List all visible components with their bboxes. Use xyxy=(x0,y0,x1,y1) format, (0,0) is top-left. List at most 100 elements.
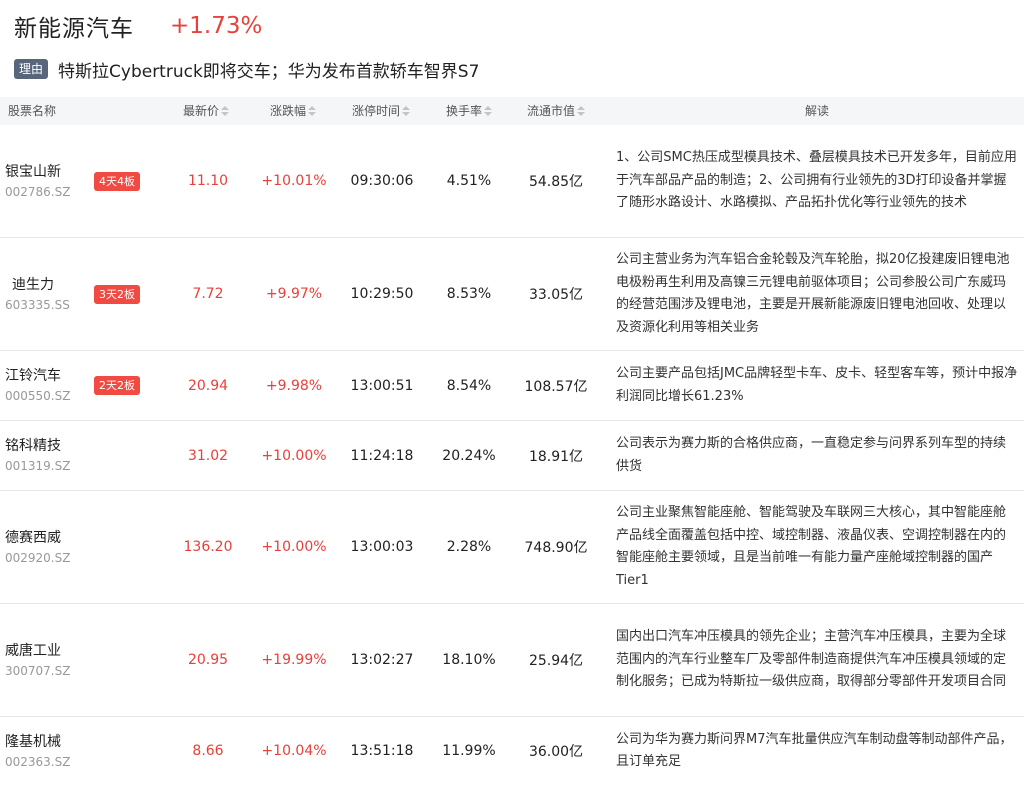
price: 20.95 xyxy=(187,652,229,668)
header-limit-time-label: 涨停时间 xyxy=(352,104,401,118)
stock-code: 300707.SZ xyxy=(5,663,71,678)
reason-bar: 理由 特斯拉Cybertruck即将交车；华为发布首款轿车智界S7 xyxy=(14,56,479,82)
badge-cell: 3天2板 xyxy=(94,238,154,350)
price: 7.72 xyxy=(192,286,224,302)
sector-change: +1.73% xyxy=(170,13,263,39)
turnover: 2.28% xyxy=(446,539,492,555)
change: +10.00% xyxy=(261,447,327,464)
limit-up-badge: 4天4板 xyxy=(94,171,140,191)
header-turnover[interactable]: 换手率 xyxy=(446,97,493,125)
header-turnover-label: 换手率 xyxy=(446,104,483,118)
stock-name-cell: 银宝山新 002786.SZ xyxy=(5,125,90,237)
stock-name[interactable]: 银宝山新 xyxy=(5,162,61,182)
description-text: 公司为华为赛力斯问界M7汽车批量供应汽车制动盘等制动部件产品，且订单充足 xyxy=(616,731,1013,770)
table-header: 股票名称 最新价 涨跌幅 涨停时间 换手率 流通市值 解读 xyxy=(0,97,1024,125)
table-row[interactable]: 迪生力 603335.SS 3天2板 7.72 +9.97% 10:29:50 … xyxy=(0,238,1024,351)
market-cap: 54.85亿 xyxy=(528,174,584,190)
limit-time: 13:02:27 xyxy=(350,652,414,668)
turnover: 4.51% xyxy=(446,173,492,189)
description: 公司主业聚焦智能座舱、智能驾驶及车联网三大核心，其中智能座舱产品线全面覆盖包括中… xyxy=(616,491,1018,603)
table-row[interactable]: 江铃汽车 000550.SZ 2天2板 20.94 +9.98% 13:00:5… xyxy=(0,351,1024,421)
table-row[interactable]: 银宝山新 002786.SZ 4天4板 11.10 +10.01% 09:30:… xyxy=(0,125,1024,238)
stock-name[interactable]: 铭科精技 xyxy=(5,436,61,456)
limit-time: 13:00:03 xyxy=(350,539,414,555)
stock-code: 002786.SZ xyxy=(5,184,71,199)
table-row[interactable]: 隆基机械 002363.SZ 8.66 +10.04% 13:51:18 11.… xyxy=(0,717,1024,785)
description: 公司主营业务为汽车铝合金轮毂及汽车轮胎，拟20亿投建废旧锂电池电极粉再生利用及高… xyxy=(616,238,1018,350)
header-price-label: 最新价 xyxy=(183,104,220,118)
header-desc: 解读 xyxy=(805,104,830,118)
description: 1、公司SMC热压成型模具技术、叠层模具技术已开发多年，目前应用于汽车部品产品的… xyxy=(616,125,1018,237)
table-row[interactable]: 德赛西威 002920.SZ 136.20 +10.00% 13:00:03 2… xyxy=(0,491,1024,604)
stock-name[interactable]: 迪生力 xyxy=(12,275,54,295)
stock-code: 000550.SZ xyxy=(5,389,71,403)
stock-name[interactable]: 德赛西威 xyxy=(5,528,61,548)
stock-name[interactable]: 江铃汽车 xyxy=(5,366,61,386)
limit-up-badge: 2天2板 xyxy=(94,376,140,395)
stock-code: 002920.SZ xyxy=(5,550,71,565)
sector-name: 新能源汽车 xyxy=(14,16,134,42)
description-text: 公司主要产品包括JMC品牌轻型卡车、皮卡、轻型客车等，预计中报净利润同比增长61… xyxy=(616,366,1018,404)
change: +9.98% xyxy=(265,377,323,394)
header-limit-time[interactable]: 涨停时间 xyxy=(352,97,411,125)
stock-code: 002363.SZ xyxy=(5,754,71,769)
turnover: 18.10% xyxy=(442,652,496,668)
reason-tag: 理由 xyxy=(14,59,49,79)
sort-icon xyxy=(402,106,411,116)
market-cap: 748.90亿 xyxy=(524,540,588,556)
turnover: 11.99% xyxy=(442,743,496,759)
stock-name-cell: 德赛西威 002920.SZ xyxy=(5,491,90,603)
price: 8.66 xyxy=(192,743,224,759)
badge-cell: 2天2板 xyxy=(94,351,154,420)
header-market-cap-label: 流通市值 xyxy=(527,104,576,118)
turnover: 8.54% xyxy=(446,377,492,394)
turnover: 8.53% xyxy=(446,286,492,302)
description-text: 1、公司SMC热压成型模具技术、叠层模具技术已开发多年，目前应用于汽车部品产品的… xyxy=(616,150,1017,211)
stock-code: 001319.SZ xyxy=(5,459,71,473)
stock-name[interactable]: 威唐工业 xyxy=(5,641,61,661)
stock-name-cell: 迪生力 603335.SS xyxy=(5,238,90,350)
market-cap: 108.57亿 xyxy=(524,378,588,395)
sector-header: 新能源汽车 +1.73% xyxy=(14,10,262,42)
header-change[interactable]: 涨跌幅 xyxy=(270,97,317,125)
market-cap: 18.91亿 xyxy=(528,448,584,465)
limit-up-badge: 3天2板 xyxy=(94,284,140,304)
description: 公司表示为赛力斯的合格供应商，一直稳定参与问界系列车型的持续供货 xyxy=(616,421,1018,490)
limit-time: 10:29:50 xyxy=(350,286,414,302)
sort-icon xyxy=(221,106,230,116)
stock-name-cell: 铭科精技 001319.SZ xyxy=(5,421,90,490)
market-cap: 25.94亿 xyxy=(528,653,584,669)
stock-name-cell: 威唐工业 300707.SZ xyxy=(5,604,90,716)
limit-time: 13:51:18 xyxy=(350,743,414,759)
stock-code: 603335.SS xyxy=(5,297,70,312)
header-stock-name: 股票名称 xyxy=(8,104,57,118)
market-cap: 33.05亿 xyxy=(528,287,584,303)
price: 11.10 xyxy=(187,173,229,189)
limit-time: 13:00:51 xyxy=(350,377,414,394)
description-text: 公司表示为赛力斯的合格供应商，一直稳定参与问界系列车型的持续供货 xyxy=(616,436,1007,474)
price: 31.02 xyxy=(187,447,229,464)
badge-cell: 4天4板 xyxy=(94,125,154,237)
description-text: 国内出口汽车冲压模具的领先企业；主营汽车冲压模具，主要为全球范围内的汽车行业整车… xyxy=(616,629,1007,690)
header-change-label: 涨跌幅 xyxy=(270,104,307,118)
stock-name-cell: 江铃汽车 000550.SZ xyxy=(5,351,90,420)
price: 136.20 xyxy=(183,539,233,555)
description: 公司为华为赛力斯问界M7汽车批量供应汽车制动盘等制动部件产品，且订单充足 xyxy=(616,717,1018,785)
description-text: 公司主业聚焦智能座舱、智能驾驶及车联网三大核心，其中智能座舱产品线全面覆盖包括中… xyxy=(616,505,1007,588)
change: +10.01% xyxy=(261,173,327,189)
change: +19.99% xyxy=(261,652,327,668)
stock-name[interactable]: 隆基机械 xyxy=(5,732,61,752)
table-row[interactable]: 威唐工业 300707.SZ 20.95 +19.99% 13:02:27 18… xyxy=(0,604,1024,717)
limit-time: 09:30:06 xyxy=(350,173,414,189)
change: +10.04% xyxy=(261,743,327,759)
sort-icon xyxy=(577,106,586,116)
market-cap: 36.00亿 xyxy=(528,744,584,760)
table-row[interactable]: 铭科精技 001319.SZ 31.02 +10.00% 11:24:18 20… xyxy=(0,421,1024,491)
change: +9.97% xyxy=(265,286,323,302)
limit-time: 11:24:18 xyxy=(350,447,414,464)
description: 公司主要产品包括JMC品牌轻型卡车、皮卡、轻型客车等，预计中报净利润同比增长61… xyxy=(616,351,1018,420)
turnover: 20.24% xyxy=(442,447,496,464)
header-price[interactable]: 最新价 xyxy=(183,97,230,125)
header-market-cap[interactable]: 流通市值 xyxy=(527,97,586,125)
reason-text: 特斯拉Cybertruck即将交车；华为发布首款轿车智界S7 xyxy=(58,61,480,82)
